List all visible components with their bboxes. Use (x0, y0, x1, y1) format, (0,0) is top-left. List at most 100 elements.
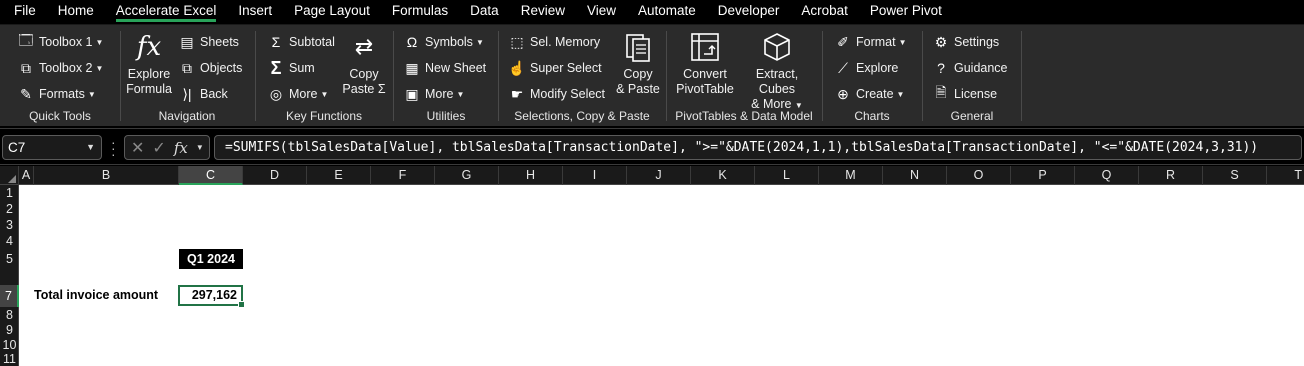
license-button[interactable]: 🗎 License (933, 83, 997, 105)
new-sheet-label: New Sheet (425, 61, 487, 75)
column-header-m[interactable]: M (819, 166, 883, 185)
copy-and-paste-button[interactable]: Copy & Paste (615, 29, 661, 97)
tab-data[interactable]: Data (459, 0, 510, 22)
row-header-11[interactable]: 11 (0, 353, 19, 366)
chevron-down-icon[interactable]: ▼ (196, 143, 204, 152)
row-header-8[interactable]: 8 (0, 307, 19, 323)
column-header-q[interactable]: Q (1075, 166, 1139, 185)
group-label-general: General (950, 109, 994, 123)
row-header-10[interactable]: 10 (0, 338, 19, 353)
settings-button[interactable]: ⚙ Settings (933, 31, 999, 53)
cell-c7-total-value[interactable]: 297,162 (178, 285, 245, 308)
chart-explore-button[interactable]: ⟋ Explore (835, 57, 898, 79)
row-header-5[interactable]: 5 (0, 249, 19, 269)
chart-format-button[interactable]: ✐ Format ▼ (835, 31, 907, 53)
column-header-i[interactable]: I (563, 166, 627, 185)
cell-b7-total-label[interactable]: Total invoice amount (34, 288, 158, 302)
subtotal-button[interactable]: Σ Subtotal (268, 31, 335, 53)
column-header-b[interactable]: B (34, 166, 179, 185)
formats-label: Formats (39, 87, 85, 101)
group-quick-tools: 🗔 Toolbox 1 ▼ ⧉ Toolbox 2 ▼ ✎ Formats ▼ … (0, 25, 120, 127)
column-header-t[interactable]: T (1267, 166, 1304, 185)
column-header-r[interactable]: R (1139, 166, 1203, 185)
chevron-down-icon[interactable]: ▼ (86, 136, 95, 159)
guidance-button[interactable]: ? Guidance (933, 57, 1007, 79)
more-options-icon[interactable]: · · · (111, 135, 116, 161)
copy-paste-sum-button[interactable]: ⇄ Copy Paste Σ (342, 29, 386, 97)
tab-insert[interactable]: Insert (227, 0, 283, 22)
tab-automate[interactable]: Automate (627, 0, 707, 22)
more-utilities-label: More (425, 87, 454, 101)
subtotal-label: Subtotal (289, 35, 335, 49)
column-header-k[interactable]: K (691, 166, 755, 185)
column-header-o[interactable]: O (947, 166, 1011, 185)
tab-power-pivot[interactable]: Power Pivot (859, 0, 953, 22)
sheets-label: Sheets (200, 35, 239, 49)
column-header-l[interactable]: L (755, 166, 819, 185)
super-select-button[interactable]: ☝ Super Select (508, 57, 601, 79)
column-header-p[interactable]: P (1011, 166, 1075, 185)
tab-developer[interactable]: Developer (707, 0, 791, 22)
group-charts: ✐ Format ▼ ⟋ Explore ⊕ Create ▼ Charts (823, 25, 921, 127)
clipboard-icon (624, 29, 652, 65)
sel-memory-button[interactable]: ⬚ Sel. Memory (509, 31, 600, 53)
row-header-2[interactable]: 2 (0, 201, 19, 217)
name-box-value: C7 (8, 140, 26, 155)
name-box[interactable]: C7 ▼ (2, 135, 102, 160)
column-header-s[interactable]: S (1203, 166, 1267, 185)
tab-page-layout[interactable]: Page Layout (283, 0, 381, 22)
subtotal-icon: Σ (271, 34, 281, 50)
column-header-d[interactable]: D (243, 166, 307, 185)
group-label-key-functions: Key Functions (285, 109, 363, 123)
formula-input[interactable]: =SUMIFS(tblSalesData[Value], tblSalesDat… (214, 135, 1302, 160)
group-label-charts: Charts (854, 109, 890, 123)
worksheet-grid[interactable] (0, 185, 1304, 366)
modify-pointer-icon: ☛ (510, 85, 524, 102)
settings-label: Settings (954, 35, 1000, 49)
tab-accelerate-excel[interactable]: Accelerate Excel (105, 0, 228, 22)
back-button[interactable]: ⟩| Back (179, 83, 227, 105)
tab-view[interactable]: View (576, 0, 627, 22)
select-all-button[interactable] (0, 166, 19, 185)
modify-select-button[interactable]: ☛ Modify Select (509, 83, 605, 105)
row-header-9[interactable]: 9 (0, 323, 19, 338)
column-header-c[interactable]: C (179, 166, 243, 185)
row-header-3[interactable]: 3 (0, 217, 19, 233)
chevron-down-icon: ▼ (898, 37, 907, 47)
row-header-4[interactable]: 4 (0, 233, 19, 249)
more-functions-button[interactable]: ◎ More ▼ (268, 83, 329, 105)
more-utilities-button[interactable]: ▣ More ▼ (404, 83, 464, 105)
column-header-h[interactable]: H (499, 166, 563, 185)
back-arrow-icon: ⟩| (182, 85, 192, 102)
confirm-icon[interactable]: ✓ (152, 138, 165, 158)
sheets-button[interactable]: ▤ Sheets (179, 31, 239, 53)
tab-file[interactable]: File (0, 0, 47, 22)
column-header-a[interactable]: A (19, 166, 34, 185)
insert-function-icon[interactable]: fx (174, 139, 188, 157)
tab-formulas[interactable]: Formulas (381, 0, 459, 22)
column-header-j[interactable]: J (627, 166, 691, 185)
toolbox2-button[interactable]: ⧉ Toolbox 2 ▼ (18, 57, 103, 79)
convert-pivottable-button[interactable]: Convert PivotTable (671, 29, 739, 97)
column-header-f[interactable]: F (371, 166, 435, 185)
sum-button[interactable]: Σ Sum (268, 57, 315, 79)
row-header-1[interactable]: 1 (0, 185, 19, 201)
cancel-icon[interactable]: ✕ (131, 138, 144, 158)
column-header-e[interactable]: E (307, 166, 371, 185)
chart-create-button[interactable]: ⊕ Create ▼ (835, 83, 904, 105)
tab-acrobat[interactable]: Acrobat (790, 0, 859, 22)
tab-home[interactable]: Home (47, 0, 105, 22)
tab-review[interactable]: Review (510, 0, 576, 22)
row-headers: 1 2 3 4 5 7 8 9 10 11 (0, 185, 19, 366)
column-header-n[interactable]: N (883, 166, 947, 185)
toolbox1-button[interactable]: 🗔 Toolbox 1 ▼ (18, 31, 103, 53)
objects-button[interactable]: ⧉ Objects (179, 57, 242, 79)
explore-formula-button[interactable]: fx Explore Formula (126, 29, 172, 97)
extract-cubes-button[interactable]: Extract, Cubes & More ▼ (737, 29, 817, 113)
cell-c5-q1-header[interactable]: Q1 2024 (179, 249, 243, 269)
symbols-button[interactable]: Ω Symbols ▼ (404, 31, 484, 53)
row-header-7[interactable]: 7 (0, 285, 19, 307)
column-header-g[interactable]: G (435, 166, 499, 185)
formats-button[interactable]: ✎ Formats ▼ (18, 83, 96, 105)
new-sheet-button[interactable]: ▦ New Sheet (404, 57, 486, 79)
